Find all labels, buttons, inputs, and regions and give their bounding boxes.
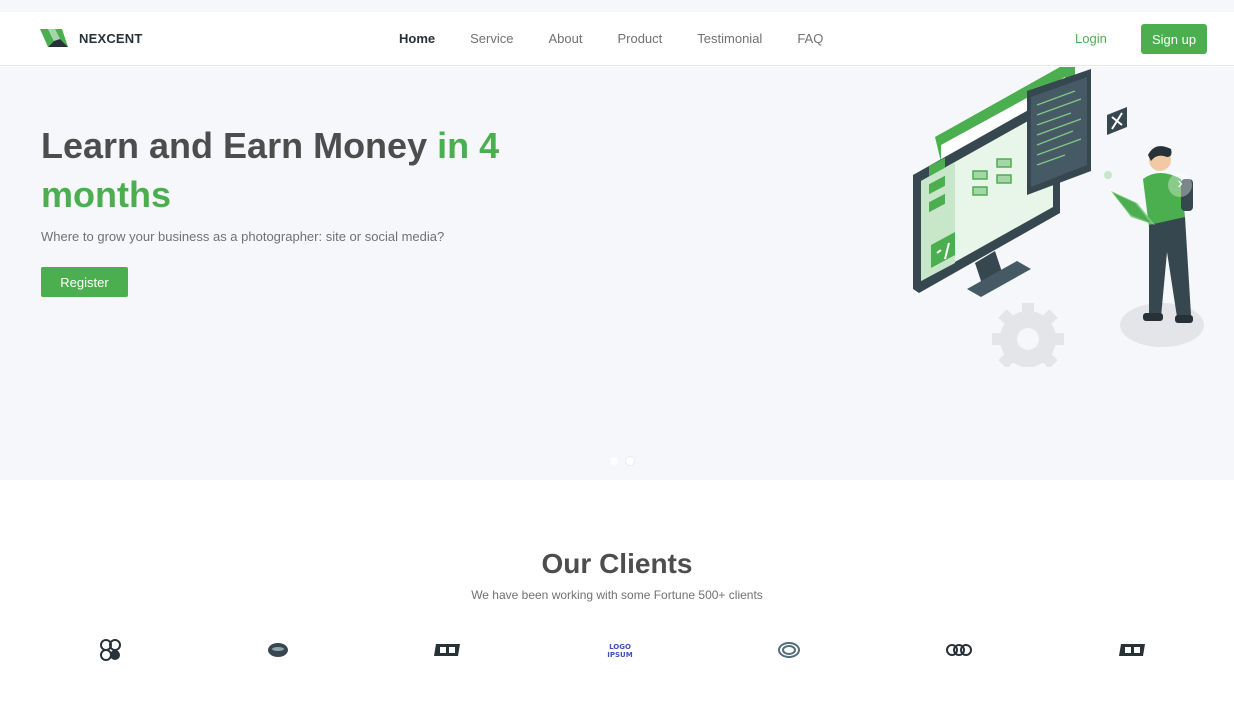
client-logo-2-icon [268, 643, 288, 657]
main-nav: Home Service About Product Testimonial F… [399, 31, 858, 47]
nav-about[interactable]: About [548, 31, 582, 47]
developer-illustration [913, 67, 1204, 367]
nexcent-logo-icon [40, 29, 68, 47]
svg-text:LOGO: LOGO [609, 643, 631, 651]
chevron-right-icon[interactable]: › [1168, 173, 1192, 197]
client-logo-1-icon [100, 639, 121, 661]
login-link[interactable]: Login [1075, 31, 1107, 47]
nav-testimonial[interactable]: Testimonial [697, 31, 762, 47]
client-logo-5-icon [778, 642, 800, 658]
hero-title: Learn and Earn Money in 4 months [41, 121, 501, 219]
client-logo-3-icon [434, 644, 460, 656]
clients-title: Our Clients [541, 548, 693, 579]
signup-button[interactable]: Sign up [1141, 24, 1207, 54]
carousel-dot-active[interactable] [626, 457, 634, 465]
client-logo-4-icon: LOGO IPSUM [607, 643, 632, 659]
hero-title-main: Learn and Earn Money [41, 125, 438, 166]
brand[interactable]: NEXCENT [40, 27, 143, 49]
top-strip [0, 0, 1234, 12]
carousel-dot[interactable] [610, 457, 618, 465]
client-logo-6-icon [946, 644, 972, 656]
nav-home[interactable]: Home [399, 31, 435, 47]
register-button[interactable]: Register [41, 267, 128, 297]
client-logo-7-icon [1119, 644, 1145, 656]
hero-subtitle: Where to grow your business as a photogr… [41, 229, 445, 244]
nav-service[interactable]: Service [470, 31, 513, 47]
nav-faq[interactable]: FAQ [797, 31, 823, 47]
hero-section: Learn and Earn Money in 4 months Where t… [0, 67, 1234, 480]
nav-product[interactable]: Product [617, 31, 662, 47]
clients-subtitle: We have been working with some Fortune 5… [471, 588, 763, 602]
site-header: NEXCENT Home Service About Product Testi… [0, 12, 1234, 66]
carousel-dots [610, 457, 634, 465]
svg-text:IPSUM: IPSUM [607, 651, 632, 659]
gear-icon [992, 303, 1064, 367]
client-logos: LOGO IPSUM [0, 638, 1234, 662]
brand-name: NEXCENT [79, 30, 143, 46]
